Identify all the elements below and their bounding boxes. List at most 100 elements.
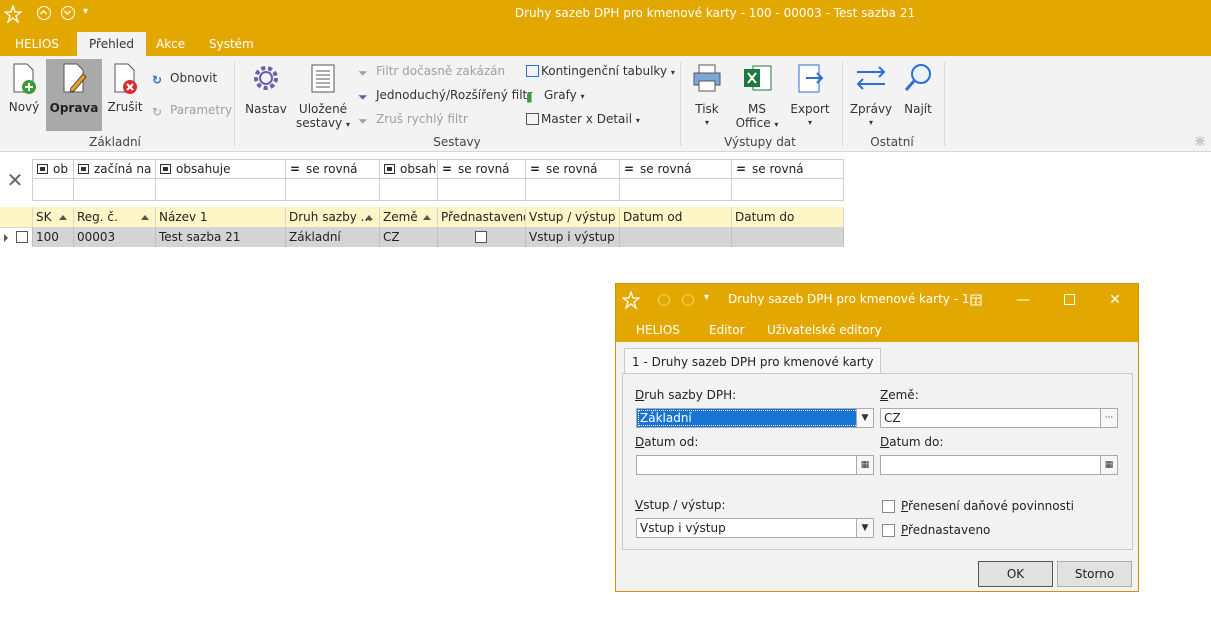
chevron-down-icon[interactable]: ▼ bbox=[856, 408, 874, 428]
maximize-icon[interactable] bbox=[1059, 290, 1079, 310]
new-button[interactable]: Nový bbox=[4, 60, 44, 120]
column-header-sk[interactable]: SK bbox=[33, 207, 74, 228]
prednastaveno-checkbox[interactable] bbox=[882, 524, 895, 537]
tab-druhy-sazeb[interactable]: 1 - Druhy sazeb DPH pro kmenové karty bbox=[624, 348, 882, 374]
master-detail-button[interactable]: Master x Detail ▾ bbox=[526, 110, 640, 128]
filter-input-sk[interactable] bbox=[32, 179, 74, 201]
title-bar: ▾ Druhy sazeb DPH pro kmenové karty - 10… bbox=[0, 0, 1211, 32]
forward-icon[interactable] bbox=[682, 294, 694, 306]
filter-operator-prednastaveno[interactable]: = se rovná bbox=[438, 159, 526, 179]
saved-reports-icon bbox=[311, 64, 335, 93]
druh-sazby-label: Druh sazby DPH: bbox=[635, 388, 737, 402]
cancel-button[interactable]: Storno bbox=[1057, 561, 1132, 587]
dialog-title-bar: ▾ Druhy sazeb DPH pro kmenové karty - 1.… bbox=[616, 284, 1138, 316]
filter-input-vstup[interactable] bbox=[526, 179, 620, 201]
row-indicator[interactable] bbox=[0, 228, 33, 247]
export-icon bbox=[798, 64, 824, 93]
saved-reports-button[interactable]: Uložené sestavy ▾ bbox=[295, 62, 351, 132]
dialog-tab-editor[interactable]: Editor bbox=[709, 323, 745, 337]
filter-operator-datum-do[interactable]: = se rovná bbox=[732, 159, 844, 179]
filter-operator-druh[interactable]: = se rovná bbox=[286, 159, 380, 179]
minimize-icon[interactable]: — bbox=[1013, 290, 1033, 310]
filter-input-datum-od[interactable] bbox=[620, 179, 732, 201]
filter-input-druh[interactable] bbox=[286, 179, 380, 201]
charts-button[interactable]: ▮ Grafy ▾ bbox=[526, 86, 585, 104]
restore-layout-icon[interactable] bbox=[966, 290, 986, 310]
filter-operator-sk[interactable]: ob bbox=[32, 159, 74, 179]
ok-button[interactable]: OK bbox=[978, 561, 1053, 587]
simple-filter-button[interactable]: ⏷ Jednoduchý/Rozšířený filtr bbox=[358, 86, 532, 104]
back-icon[interactable] bbox=[658, 294, 670, 306]
export-button[interactable]: Export ▾ bbox=[788, 62, 832, 132]
ribbon-pin-icon[interactable] bbox=[1194, 135, 1206, 147]
print-button[interactable]: Tisk ▾ bbox=[688, 62, 726, 132]
filter-input-nazev[interactable] bbox=[156, 179, 286, 201]
column-header-prednastaveno[interactable]: Přednastaveno bbox=[438, 207, 526, 228]
calendar-icon[interactable]: ▦ bbox=[1100, 455, 1118, 475]
zeme-field[interactable]: CZ ··· bbox=[880, 408, 1118, 428]
grid-row-indicator-header bbox=[0, 207, 33, 228]
printer-icon bbox=[693, 64, 721, 92]
clear-filter-icon[interactable]: ✕ bbox=[0, 159, 30, 201]
find-button[interactable]: Najít bbox=[899, 62, 937, 122]
tab-system[interactable]: Systém bbox=[197, 32, 266, 56]
filter-operator-datum-od[interactable]: = se rovná bbox=[620, 159, 732, 179]
ellipsis-icon[interactable]: ··· bbox=[1100, 408, 1118, 428]
refresh-icon: ↻ bbox=[152, 73, 163, 87]
pivot-tables-button[interactable]: Kontingenční tabulky ▾ bbox=[526, 62, 675, 80]
pivot-table-icon bbox=[526, 65, 539, 77]
filter-icon: ⏷ bbox=[358, 66, 368, 80]
filter-disabled-button[interactable]: ⏷ Filtr dočasně zakázán bbox=[358, 62, 505, 80]
new-document-icon bbox=[13, 63, 36, 94]
column-header-datum-do[interactable]: Datum do bbox=[732, 207, 844, 228]
vstup-vystup-select[interactable]: Vstup i výstup ▼ bbox=[636, 518, 874, 538]
column-header-nazev[interactable]: Název 1 bbox=[156, 207, 286, 228]
edit-button[interactable]: Oprava bbox=[46, 59, 102, 131]
filter-operator-zeme[interactable]: obsah bbox=[380, 159, 438, 179]
filter-input-datum-do[interactable] bbox=[732, 179, 844, 201]
row-select-checkbox[interactable] bbox=[16, 231, 28, 243]
filter-operator-nazev[interactable]: obsahuje bbox=[156, 159, 286, 179]
sort-ascending-icon bbox=[59, 215, 67, 220]
vstup-vystup-label: Vstup / výstup: bbox=[635, 498, 726, 512]
druh-sazby-select[interactable]: Základní ▼ bbox=[636, 408, 874, 428]
refresh-button[interactable]: ↻ Obnovit bbox=[152, 69, 217, 87]
column-header-druh[interactable]: Druh sazby ... bbox=[286, 207, 380, 228]
tab-prehled[interactable]: Přehled bbox=[77, 32, 147, 56]
cancel-quick-filter-button[interactable]: ⏷ Zruš rychlý filtr bbox=[358, 110, 468, 128]
calendar-icon[interactable]: ▦ bbox=[856, 455, 874, 475]
chevron-down-icon[interactable]: ▼ bbox=[856, 518, 874, 538]
datum-do-label: Datum do: bbox=[880, 435, 944, 449]
ms-office-button[interactable]: MS Office ▾ bbox=[734, 62, 780, 132]
datum-od-label: Datum od: bbox=[635, 435, 699, 449]
cell-datum-od bbox=[620, 228, 732, 247]
prenesene-dane-checkbox[interactable] bbox=[882, 500, 895, 513]
filter-operator-vstup[interactable]: = se rovná bbox=[526, 159, 620, 179]
dialog-tab-helios[interactable]: HELIOS bbox=[636, 323, 680, 337]
datum-od-field[interactable]: ▦ bbox=[636, 455, 874, 475]
quick-access-dropdown-icon[interactable]: ▾ bbox=[704, 292, 709, 303]
close-icon[interactable]: ✕ bbox=[1105, 290, 1125, 310]
column-header-reg[interactable]: Reg. č. bbox=[74, 207, 156, 228]
datum-do-field[interactable]: ▦ bbox=[880, 455, 1118, 475]
column-header-vstup[interactable]: Vstup / výstup bbox=[526, 207, 620, 228]
tab-akce[interactable]: Akce bbox=[144, 32, 197, 56]
tab-helios[interactable]: HELIOS bbox=[3, 32, 71, 56]
delete-button[interactable]: Zrušit bbox=[104, 60, 146, 120]
column-header-datum-od[interactable]: Datum od bbox=[620, 207, 732, 228]
filter-input-reg[interactable] bbox=[74, 179, 156, 201]
filter-operator-reg[interactable]: začíná na bbox=[74, 159, 156, 179]
cell-sk: 100 bbox=[33, 228, 74, 247]
group-label-vystupy: Výstupy dat bbox=[724, 135, 796, 149]
ribbon: Nový Oprava Zrušit ↻ Obnovit ↻ Parametry Z… bbox=[0, 56, 1211, 152]
reports-button[interactable]: Zprávy ▾ bbox=[849, 62, 893, 132]
filter-input-zeme[interactable] bbox=[380, 179, 438, 201]
dialog-tab-user-editors[interactable]: Uživatelské editory bbox=[767, 323, 882, 337]
prednastaveno-checkbox[interactable] bbox=[475, 231, 487, 243]
master-detail-icon bbox=[526, 113, 539, 125]
filter-input-prednastaveno[interactable] bbox=[438, 179, 526, 201]
helios-logo-icon[interactable] bbox=[622, 291, 640, 309]
column-header-zeme[interactable]: Země bbox=[380, 207, 438, 228]
parameters-button[interactable]: ↻ Parametry bbox=[152, 101, 232, 119]
settings-button[interactable]: Nastav bbox=[243, 62, 289, 122]
